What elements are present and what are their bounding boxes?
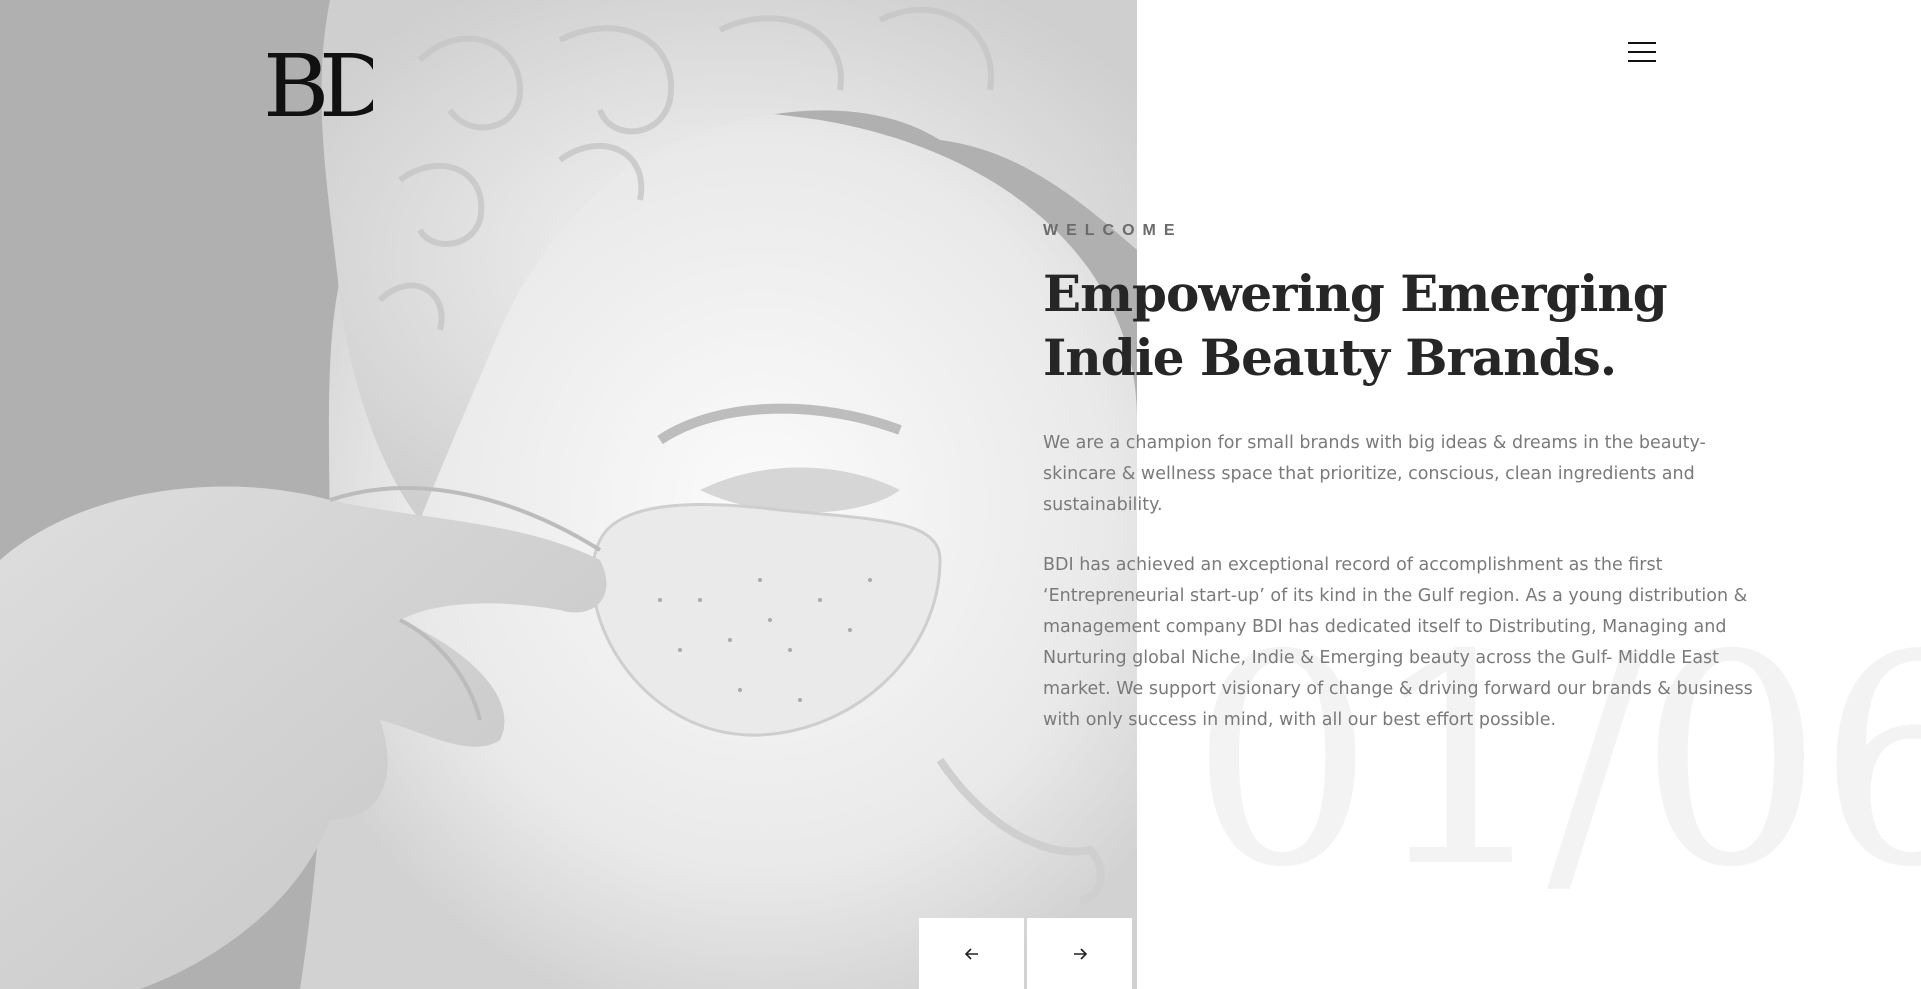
bdi-logo-mark: BDI (263, 36, 422, 136)
eyebrow-label: WELCOME (1043, 222, 1183, 239)
hero-image (0, 0, 1137, 989)
hamburger-menu-icon[interactable] (1628, 40, 1656, 66)
hero-paragraph-2: BDI has achieved an exceptional record o… (1043, 555, 1753, 730)
slider-prev-button[interactable] (919, 918, 1024, 989)
slider-next-button[interactable] (1027, 918, 1132, 989)
arrow-right-icon (1073, 947, 1087, 960)
svg-text:BDI: BDI (263, 46, 373, 126)
hero-heading: Empowering Emerging Indie Beauty Brands. (1043, 264, 1668, 387)
brand-logo[interactable]: BDI (263, 36, 422, 136)
statue-illustration (0, 0, 1137, 989)
arrow-left-icon (964, 947, 978, 960)
hero-paragraph-1: We are a champion for small brands with … (1043, 433, 1706, 515)
